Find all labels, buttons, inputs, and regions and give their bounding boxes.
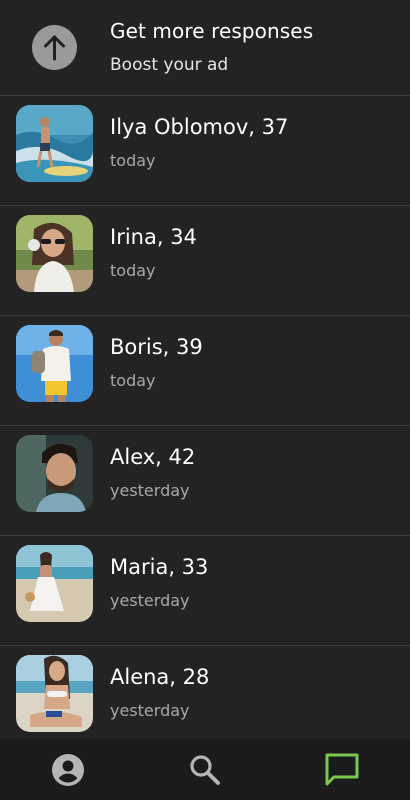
response-name: Maria, 33 (110, 555, 209, 579)
search-icon[interactable] (186, 751, 224, 789)
response-time: yesterday (110, 481, 190, 500)
avatar (16, 325, 93, 402)
boost-title: Get more responses (110, 19, 314, 43)
avatar (16, 655, 93, 732)
messages-icon[interactable] (323, 751, 361, 789)
response-name: Alex, 42 (110, 445, 196, 469)
response-row[interactable]: Alex, 42 yesterday (0, 426, 410, 536)
response-row[interactable]: Irina, 34 today (0, 206, 410, 316)
arrow-up-icon (32, 25, 77, 70)
avatar (16, 435, 93, 512)
response-name: Ilya Oblomov, 37 (110, 115, 289, 139)
boost-ad-banner[interactable]: Get more responses Boost your ad (0, 0, 410, 96)
responses-screen: Get more responses Boost your ad Ilya Ob… (0, 0, 410, 800)
boost-subtitle: Boost your ad (110, 55, 229, 75)
avatar (16, 105, 93, 182)
response-time: yesterday (110, 701, 190, 720)
response-name: Irina, 34 (110, 225, 197, 249)
response-name: Alena, 28 (110, 665, 210, 689)
response-row[interactable]: Boris, 39 today (0, 316, 410, 426)
response-time: today (110, 371, 156, 390)
avatar (16, 215, 93, 292)
response-row[interactable]: Ilya Oblomov, 37 today (0, 96, 410, 206)
response-name: Boris, 39 (110, 335, 203, 359)
avatar (16, 545, 93, 622)
response-time: today (110, 261, 156, 280)
response-row[interactable]: Maria, 33 yesterday (0, 536, 410, 646)
response-time: yesterday (110, 591, 190, 610)
response-time: today (110, 151, 156, 170)
bottom-tab-bar (0, 739, 410, 800)
profile-icon[interactable] (49, 751, 87, 789)
